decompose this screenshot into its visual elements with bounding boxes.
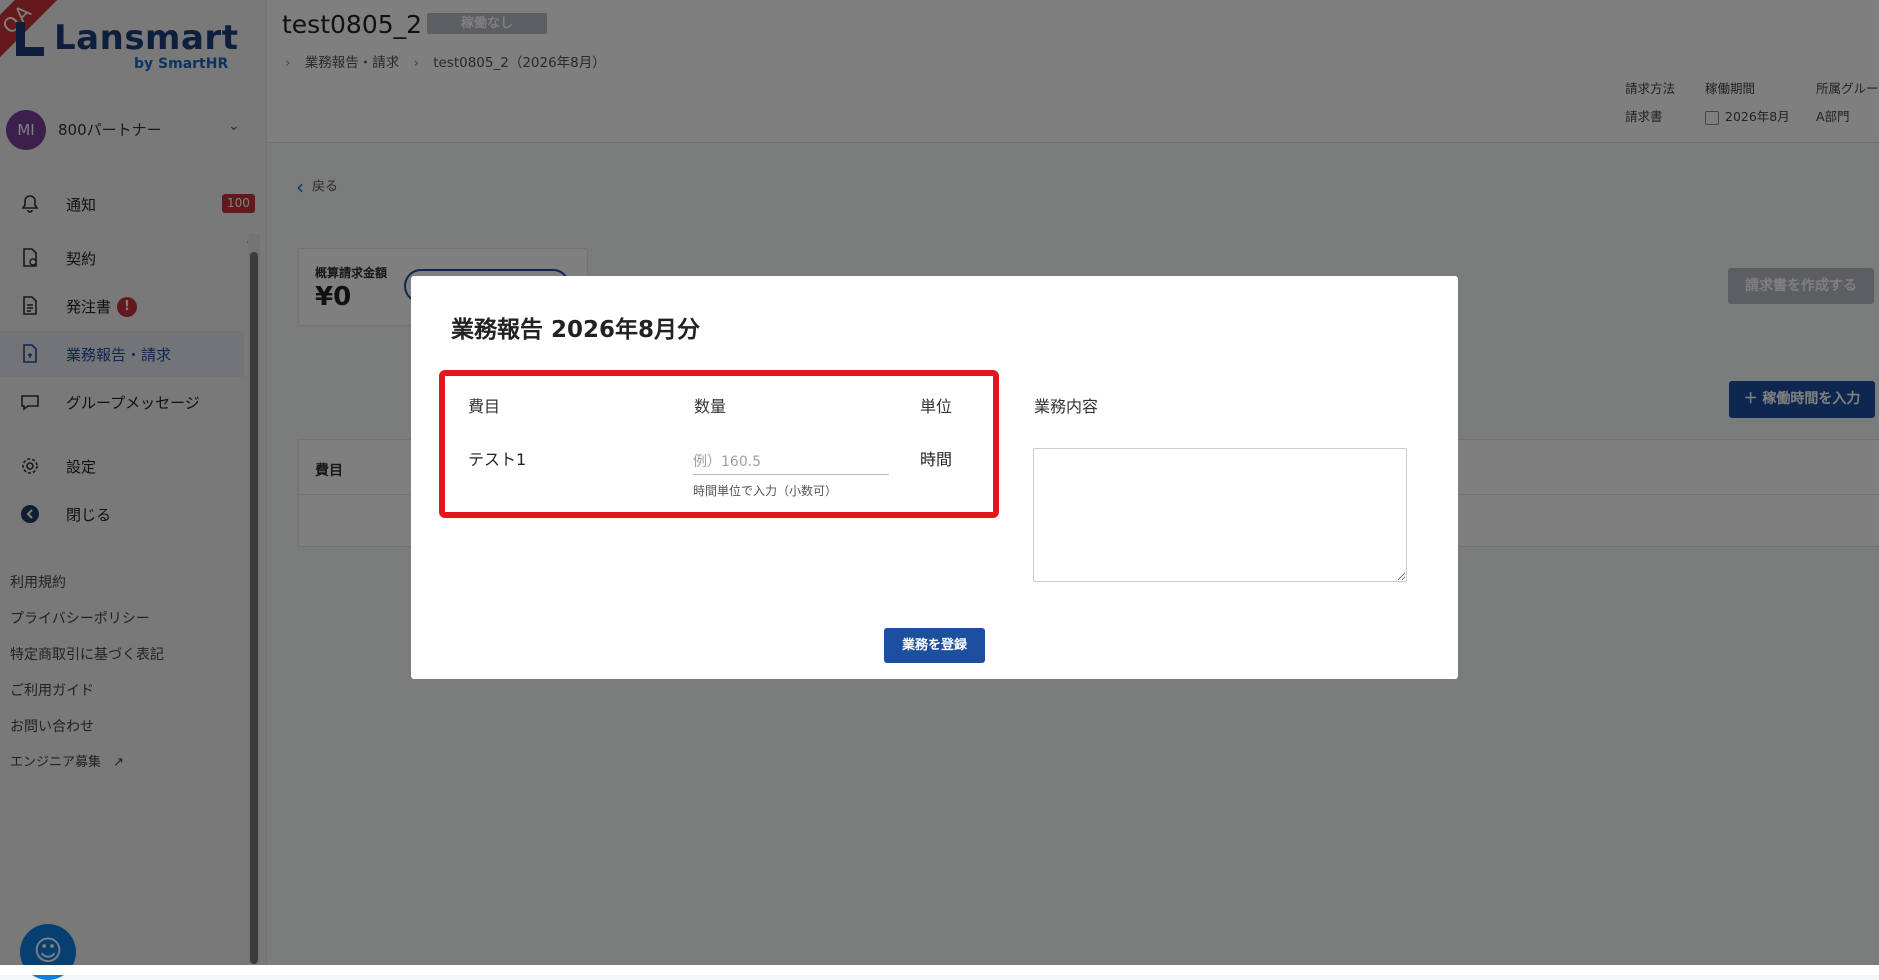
- column-header-content: 業務内容: [1034, 397, 1099, 416]
- column-header-item: 費目: [468, 397, 501, 416]
- modal-title: 業務報告 2026年8月分: [451, 317, 701, 343]
- bottom-strip: [0, 965, 1879, 975]
- column-header-quantity: 数量: [694, 397, 727, 416]
- register-work-button[interactable]: 業務を登録: [884, 628, 985, 663]
- row-unit: 時間: [920, 450, 953, 469]
- quantity-input[interactable]: [693, 450, 889, 475]
- row-item-name: テスト1: [468, 450, 527, 469]
- quantity-hint: 時間単位で入力（小数可）: [693, 484, 838, 498]
- work-report-modal: 業務報告 2026年8月分 費目 数量 単位 業務内容 テスト1 時間単位で入力…: [411, 276, 1458, 679]
- work-content-textarea[interactable]: [1033, 448, 1407, 582]
- column-header-unit: 単位: [920, 397, 953, 416]
